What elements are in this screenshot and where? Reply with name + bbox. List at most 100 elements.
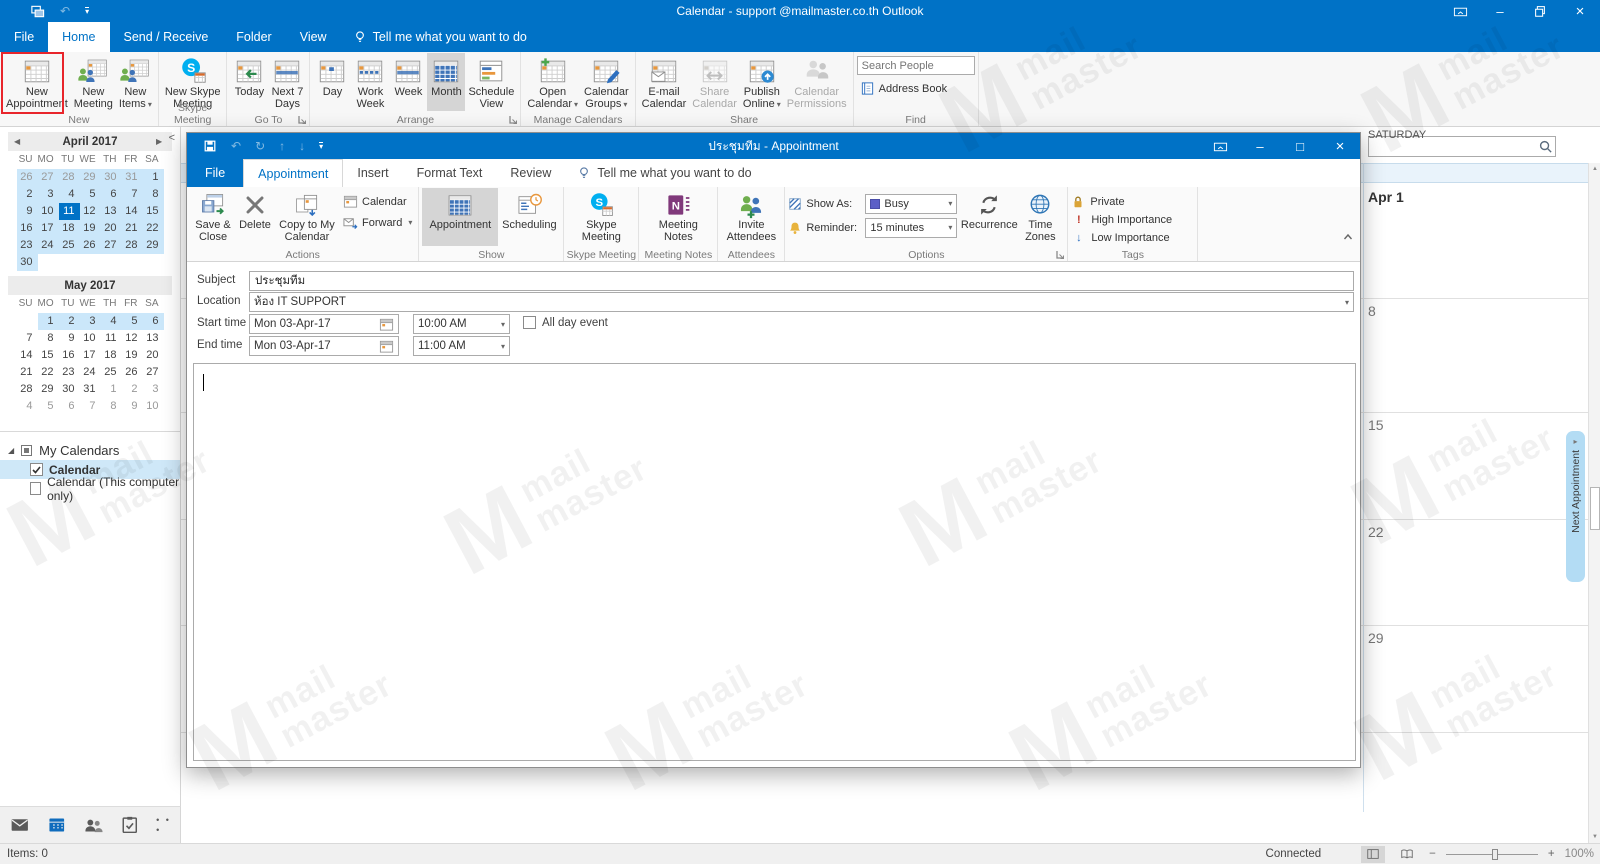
minical-day[interactable]: 20	[100, 220, 122, 237]
undo-icon[interactable]: ↶	[60, 5, 70, 17]
qat-customize-icon[interactable]: ▾	[319, 141, 324, 151]
tab-send-receive[interactable]: Send / Receive	[110, 22, 223, 52]
minical-day[interactable]: 6	[142, 313, 164, 330]
location-combo[interactable]: ห้อง IT SUPPORT ▾	[249, 292, 1354, 312]
dialog-launcher-icon[interactable]	[508, 115, 518, 125]
minical-day[interactable]: 21	[121, 220, 143, 237]
date-picker-icon[interactable]	[379, 339, 394, 354]
date-cell-label[interactable]: 8	[1368, 303, 1376, 319]
close-icon[interactable]: ×	[1560, 0, 1600, 22]
minical-day[interactable]: 10	[143, 398, 164, 415]
dialog-launcher-icon[interactable]	[297, 115, 307, 125]
publish-online-button[interactable]: Publish Online ▾	[740, 53, 784, 111]
appointment-notes-area[interactable]	[193, 363, 1356, 761]
minical-day[interactable]: 10	[37, 203, 59, 220]
minical-day[interactable]: 7	[17, 330, 38, 347]
minical-day[interactable]: 29	[79, 169, 101, 186]
minical-day[interactable]: 8	[142, 186, 164, 203]
new-meeting-button[interactable]: New Meeting	[71, 53, 116, 111]
minical-day[interactable]: 5	[79, 186, 101, 203]
start-date-picker[interactable]: Mon 03-Apr-17	[249, 314, 399, 334]
minical-day[interactable]: 5	[121, 313, 143, 330]
tab-review[interactable]: Review	[496, 159, 565, 187]
new-appointment-button[interactable]: New Appointment	[3, 53, 71, 111]
minical-day[interactable]: 17	[80, 347, 101, 364]
minical-day[interactable]: 9	[16, 203, 38, 220]
minical-day[interactable]: 9	[122, 398, 143, 415]
checkbox-unchecked[interactable]	[523, 316, 536, 329]
date-picker-icon[interactable]	[379, 317, 394, 332]
minical-day[interactable]: 23	[59, 364, 80, 381]
recurrence-button[interactable]: Recurrence	[957, 188, 1021, 246]
meeting-notes-button[interactable]: Meeting Notes	[642, 188, 714, 246]
minical-day[interactable]: 2	[58, 313, 80, 330]
minical-day[interactable]: 27	[100, 237, 122, 254]
date-cell-label[interactable]: Apr 1	[1368, 189, 1404, 205]
new-items-button[interactable]: New Items ▾	[116, 53, 155, 111]
calendar-item-this-computer[interactable]: Calendar (This computer only)	[0, 475, 180, 503]
email-calendar-button[interactable]: E-mail Calendar	[639, 53, 690, 111]
next-appointment-tab[interactable]: ▸ Next Appointment	[1566, 431, 1585, 582]
search-icon[interactable]	[1538, 139, 1553, 154]
tab-file[interactable]: File	[187, 159, 244, 187]
ribbon-display-options-icon[interactable]	[1200, 135, 1240, 157]
delete-button[interactable]: Delete	[236, 188, 274, 246]
minical-day[interactable]: 2	[16, 186, 38, 203]
minical-day[interactable]: 16	[59, 347, 80, 364]
tab-home[interactable]: Home	[48, 22, 110, 52]
minical-day[interactable]: 4	[17, 398, 38, 415]
zoom-slider[interactable]	[1445, 848, 1538, 860]
minical-day[interactable]: 22	[38, 364, 59, 381]
collapse-ribbon-icon[interactable]	[1342, 231, 1354, 243]
minical-day[interactable]: 29	[142, 237, 164, 254]
minical-day[interactable]: 26	[79, 237, 101, 254]
minical-day[interactable]: 5	[38, 398, 59, 415]
dialog-launcher-icon[interactable]	[1055, 250, 1065, 260]
tab-appointment[interactable]: Appointment	[243, 159, 344, 187]
scroll-up-icon[interactable]: ▲	[1589, 166, 1600, 172]
tab-view[interactable]: View	[286, 22, 341, 52]
subject-input[interactable]	[249, 271, 1354, 291]
mail-nav-icon[interactable]	[10, 815, 30, 835]
minical-day[interactable]: 31	[80, 381, 101, 398]
maximize-icon[interactable]: □	[1280, 135, 1320, 157]
more-nav-icon[interactable]: • • •	[156, 815, 180, 835]
reading-view-button[interactable]	[1395, 846, 1419, 863]
scheduling-button[interactable]: Scheduling	[498, 188, 560, 246]
collapse-pane-icon[interactable]: <	[169, 132, 175, 144]
end-date-picker[interactable]: Mon 03-Apr-17	[249, 336, 399, 356]
minical-day[interactable]: 30	[100, 169, 122, 186]
low-importance-button[interactable]: ↓ Low Importance	[1071, 228, 1172, 246]
date-cell-label[interactable]: 22	[1368, 524, 1384, 540]
checkbox-checked[interactable]	[30, 463, 43, 476]
minical-day[interactable]: 8	[38, 330, 59, 347]
month-view-button[interactable]: Month	[427, 53, 466, 111]
minical-day[interactable]: 11	[101, 330, 122, 347]
tell-me-box[interactable]: Tell me what you want to do	[341, 22, 539, 52]
minical-day[interactable]: 10	[80, 330, 101, 347]
tree-expand-icon[interactable]: ◢	[8, 446, 14, 455]
tasks-nav-icon[interactable]	[120, 815, 140, 835]
people-nav-icon[interactable]	[83, 815, 103, 835]
time-zones-button[interactable]: Time Zones	[1021, 188, 1059, 246]
minical-day[interactable]: 13	[143, 330, 164, 347]
minical-day[interactable]: 8	[101, 398, 122, 415]
minical-day[interactable]: 24	[37, 237, 59, 254]
next-month-icon[interactable]: ▶	[156, 137, 166, 146]
minical-day[interactable]: 26	[16, 169, 38, 186]
vertical-scrollbar[interactable]: ▲ ▼	[1588, 163, 1600, 843]
show-as-dropdown[interactable]: Busy ▾	[865, 193, 958, 214]
address-book-button[interactable]: Address Book	[857, 79, 975, 98]
minimize-icon[interactable]: –	[1480, 0, 1520, 22]
date-cell-label[interactable]: 15	[1368, 417, 1384, 433]
schedule-view-button[interactable]: Schedule View	[465, 53, 517, 111]
normal-view-button[interactable]	[1361, 845, 1386, 863]
tab-insert[interactable]: Insert	[343, 159, 402, 187]
minical-day[interactable]: 27	[37, 169, 59, 186]
calendar-groups-button[interactable]: Calendar Groups ▾	[581, 53, 632, 111]
end-time-dropdown[interactable]: 11:00 AM ▾	[413, 336, 510, 356]
zoom-in-icon[interactable]: +	[1548, 848, 1555, 860]
minical-day[interactable]: 14	[17, 347, 38, 364]
minical-day[interactable]: 1	[142, 169, 164, 186]
minical-day[interactable]: 31	[121, 169, 143, 186]
